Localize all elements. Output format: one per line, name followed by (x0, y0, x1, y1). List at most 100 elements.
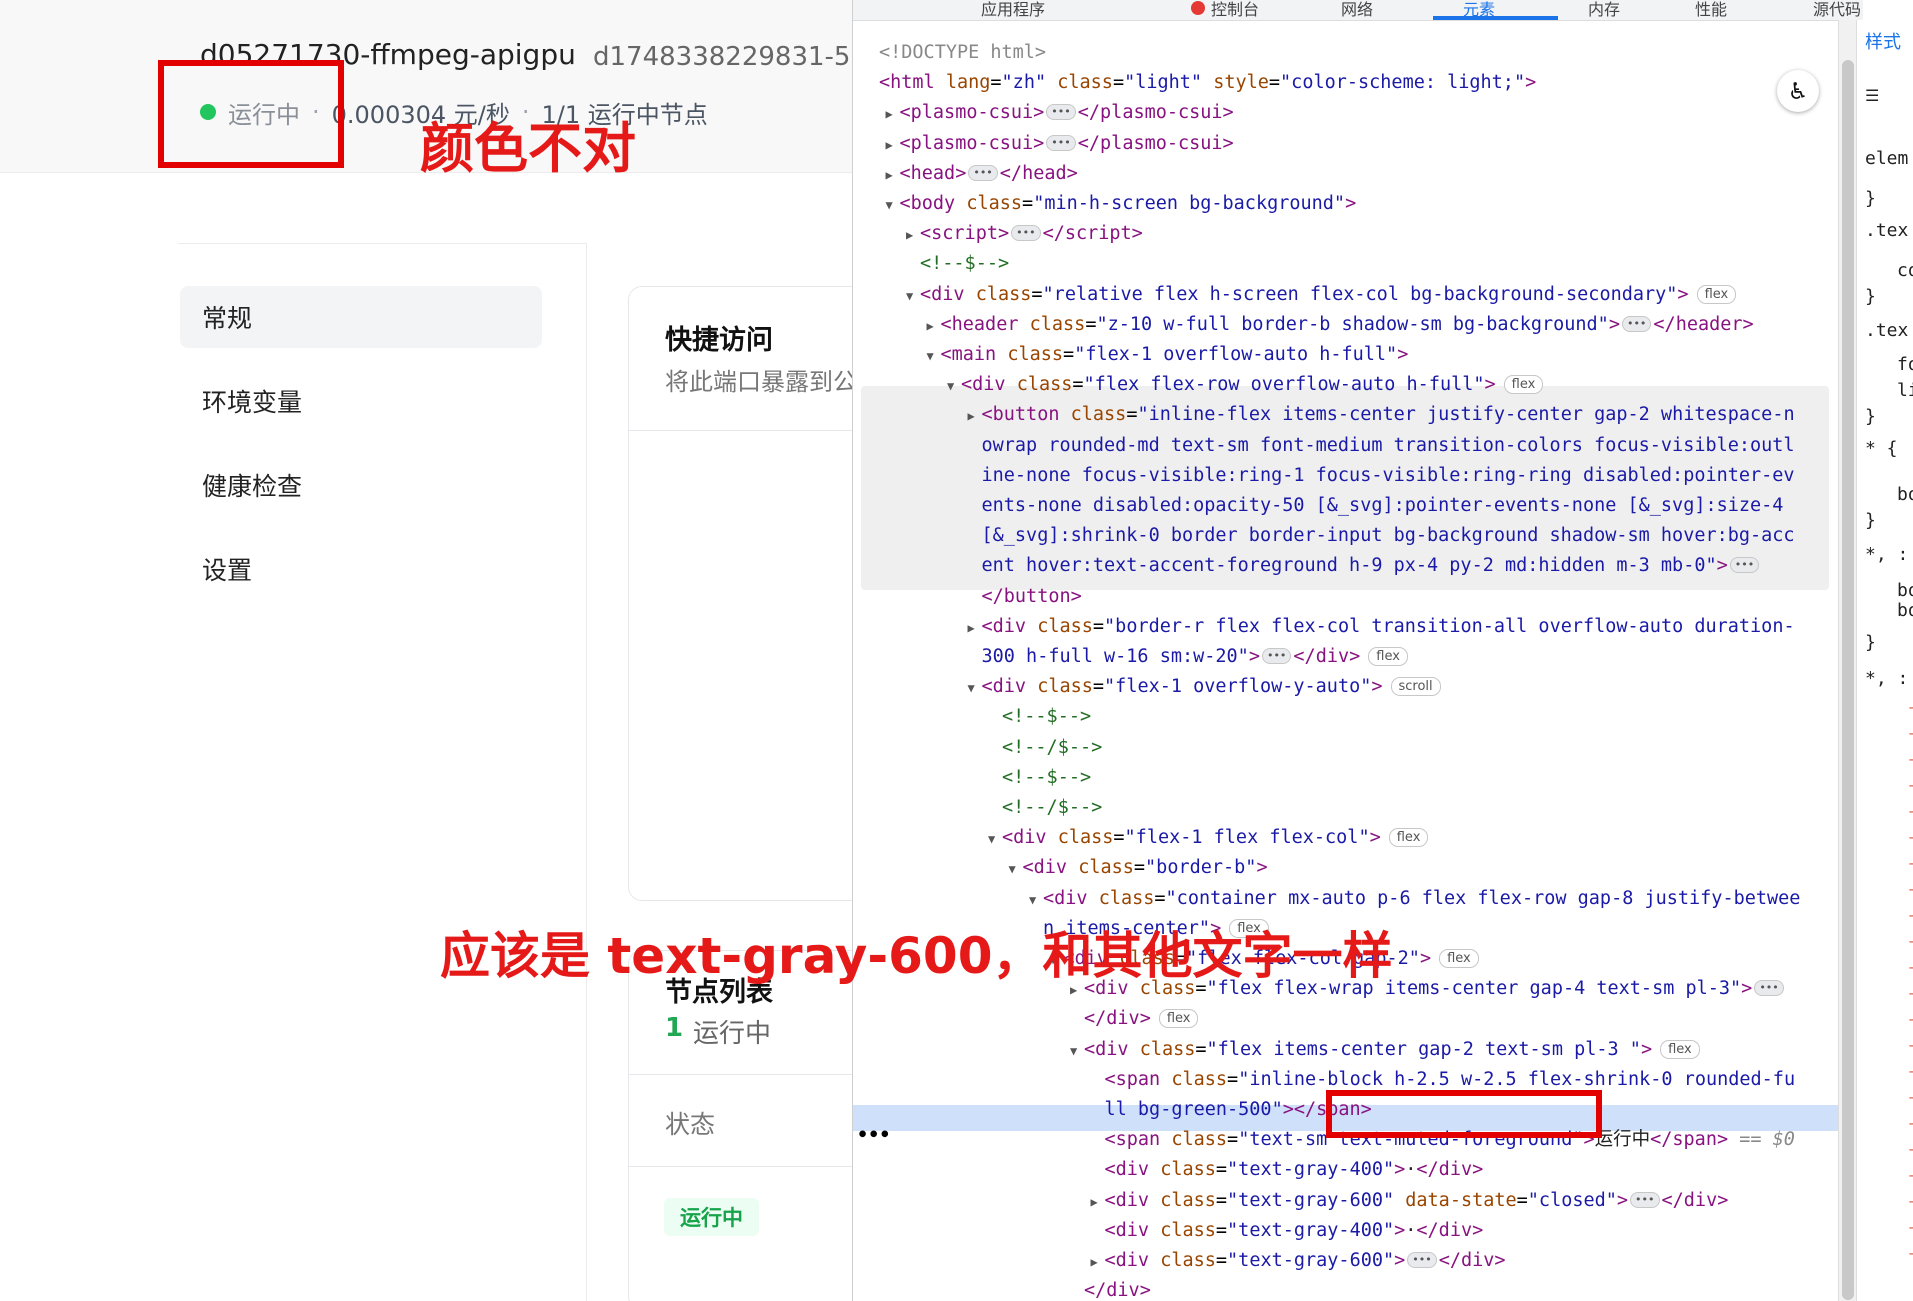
dom-node-line[interactable]: <head> ••• </head> (900, 161, 1078, 187)
sidebar-item-label: 健康检查 (202, 472, 303, 501)
collapse-triangle-icon[interactable]: ▼ (906, 289, 913, 303)
elements-scrollbar[interactable] (1838, 20, 1857, 1301)
dom-node-line[interactable]: </button> (982, 584, 1082, 610)
scrollbar-thumb[interactable] (1842, 60, 1854, 1300)
style-dash-mark: - (1907, 1168, 1913, 1184)
dom-node-line[interactable]: <div class="flex-1 overflow-y-auto"> scro… (982, 674, 1441, 700)
status-column-header: 状态 (665, 1110, 716, 1139)
sidebar-item-settings[interactable]: 设置 (180, 538, 542, 600)
style-dash-mark: - (1907, 726, 1913, 742)
expand-triangle-icon[interactable]: ▶ (886, 168, 893, 182)
dom-node-line[interactable]: 300 h-full w-16 sm:w-20"> ••• </div> flex (982, 644, 1408, 670)
collapse-triangle-icon[interactable]: ▼ (947, 379, 954, 393)
style-dash-mark: - (1907, 1090, 1913, 1106)
expand-triangle-icon[interactable]: ▶ (968, 409, 975, 423)
dom-node-line[interactable]: <span class="inline-block h-2.5 w-2.5 fl… (1105, 1067, 1796, 1093)
style-dash-mark: - (1907, 934, 1913, 950)
sidebar-item-label: 设置 (202, 556, 253, 585)
dom-node-line[interactable]: <main class="flex-1 overflow-auto h-full… (941, 342, 1409, 368)
collapse-triangle-icon[interactable]: ▼ (886, 198, 893, 212)
divider (586, 243, 587, 1301)
dom-node-line[interactable]: <div class="flex flex-row overflow-auto … (961, 372, 1544, 398)
dom-node-line[interactable]: <div class="text-gray-400">·</div> (1105, 1218, 1484, 1244)
collapse-triangle-icon[interactable]: ▼ (1009, 862, 1016, 876)
style-dash-mark: - (1907, 830, 1913, 846)
style-dash-mark: - (1907, 882, 1913, 898)
collapse-triangle-icon[interactable]: ▼ (968, 681, 975, 695)
dom-node-line[interactable]: <!--/$--> (1002, 795, 1102, 821)
dom-node-line[interactable]: <button class="inline-flex items-center … (982, 402, 1795, 428)
quick-access-title: 快捷访问 (665, 325, 773, 356)
dom-node-line[interactable]: <!--$--> (1002, 704, 1091, 730)
expand-triangle-icon[interactable]: ▶ (906, 228, 913, 242)
style-rule-line: } (1865, 510, 1876, 531)
divider (628, 1166, 852, 1167)
style-dash-mark: - (1907, 700, 1913, 716)
collapse-triangle-icon[interactable]: ▼ (1029, 893, 1036, 907)
dom-node-line[interactable]: <div class="relative flex h-screen flex-… (920, 282, 1737, 308)
style-dash-mark: - (1907, 1194, 1913, 1210)
dom-node-line[interactable]: <html lang="zh" class="light" style="col… (879, 70, 1536, 96)
devtools-tabbar: 应用程序 控制台 网络 元素 内存 性能 源代码 (853, 0, 1863, 21)
accessibility-icon[interactable]: ♿ (1777, 70, 1819, 112)
tab-label: 网络 (1341, 0, 1374, 19)
dom-node-line[interactable]: ents-none disabled:opacity-50 [&_svg]:po… (982, 493, 1784, 519)
tab-label: 性能 (1695, 0, 1728, 19)
dom-node-line[interactable]: <div class="flex items-center gap-2 text… (1084, 1037, 1700, 1063)
annotation-should-be: 应该是 text-gray-600，和其他文字一样 (440, 927, 1393, 985)
collapse-triangle-icon[interactable]: ▼ (1070, 1044, 1077, 1058)
expand-triangle-icon[interactable]: ▶ (886, 138, 893, 152)
dom-node-line[interactable]: <plasmo-csui> ••• </plasmo-csui> (900, 100, 1234, 126)
devtools-tab-application[interactable]: 应用程序 (981, 0, 1045, 20)
style-dash-mark: - (1907, 1220, 1913, 1236)
devtools-tab-memory[interactable]: 内存 (1588, 0, 1620, 20)
collapse-triangle-icon[interactable]: ▼ (988, 832, 995, 846)
dom-node-line[interactable]: <body class="min-h-screen bg-background"… (900, 191, 1357, 217)
style-dash-mark: - (1907, 1064, 1913, 1080)
dom-node-line[interactable]: <!--$--> (1002, 765, 1091, 791)
style-rule-line: } (1865, 632, 1876, 653)
style-rule-line: co (1897, 260, 1913, 281)
dom-node-line[interactable]: ine-none focus-visible:ring-1 focus-visi… (982, 463, 1795, 489)
dom-node-line[interactable]: <div class="border-b"> (1023, 855, 1268, 881)
devtools-tab-network[interactable]: 网络 (1341, 0, 1373, 20)
style-dash-mark: - (1907, 856, 1913, 872)
dom-node-line[interactable]: <header class="z-10 w-full border-b shad… (941, 312, 1754, 338)
style-dash-mark: - (1907, 908, 1913, 924)
devtools-tab-console[interactable]: 控制台 (1191, 0, 1259, 20)
dom-node-line[interactable]: <div class="text-gray-600"> ••• </div> (1105, 1248, 1506, 1274)
dom-node-line[interactable]: <div class="text-gray-600" data-state="c… (1105, 1188, 1729, 1214)
row-menu-icon[interactable]: ••• (857, 1123, 890, 1149)
dom-node-line[interactable]: <div class="flex-1 flex flex-col"> flex (1002, 825, 1429, 851)
expand-triangle-icon[interactable]: ▶ (968, 621, 975, 635)
expand-triangle-icon[interactable]: ▶ (886, 107, 893, 121)
dom-node-line[interactable]: <!DOCTYPE html> (879, 40, 1046, 66)
dom-node-line[interactable]: <plasmo-csui> ••• </plasmo-csui> (900, 131, 1234, 157)
style-dash-mark: - (1907, 1038, 1913, 1054)
expand-triangle-icon[interactable]: ▶ (1091, 1255, 1098, 1269)
devtools-tab-performance[interactable]: 性能 (1695, 0, 1727, 20)
devtools-tab-sources[interactable]: 源代码 (1813, 0, 1861, 20)
dom-node-line[interactable]: ent hover:text-accent-foreground h-9 px-… (982, 553, 1762, 579)
filter-icon[interactable]: ☰ (1865, 86, 1879, 105)
dom-node-line[interactable]: <!--/$--> (1002, 735, 1102, 761)
styles-tab[interactable]: 样式 (1865, 28, 1901, 54)
dom-node-line[interactable]: owrap rounded-md text-sm font-medium tra… (982, 433, 1795, 459)
collapse-triangle-icon[interactable]: ▼ (927, 349, 934, 363)
dom-node-line[interactable]: <div class="container mx-auto p-6 flex f… (1043, 886, 1800, 912)
expand-triangle-icon[interactable]: ▶ (1091, 1195, 1098, 1209)
dom-node-line[interactable]: [&_svg]:shrink-0 border border-input bg-… (982, 523, 1795, 549)
dom-node-line[interactable]: <div class="text-gray-400">·</div> (1105, 1157, 1484, 1183)
sidebar-item-env-vars[interactable]: 环境变量 (180, 370, 542, 432)
dom-node-line[interactable]: </div> (1084, 1278, 1151, 1301)
node-count: 1 (665, 1013, 684, 1043)
dom-node-line[interactable]: <!--$--> (920, 251, 1009, 277)
dom-node-line[interactable]: <div class="border-r flex flex-col trans… (982, 614, 1795, 640)
sidebar-item-label: 常规 (202, 304, 253, 333)
dom-node-line[interactable]: <script> ••• </script> (920, 221, 1143, 247)
style-dash-mark: - (1907, 778, 1913, 794)
dom-node-line[interactable]: </div> flex (1084, 1006, 1199, 1032)
sidebar-item-health-check[interactable]: 健康检查 (180, 454, 542, 516)
sidebar-item-general[interactable]: 常规 (180, 286, 542, 348)
expand-triangle-icon[interactable]: ▶ (927, 319, 934, 333)
